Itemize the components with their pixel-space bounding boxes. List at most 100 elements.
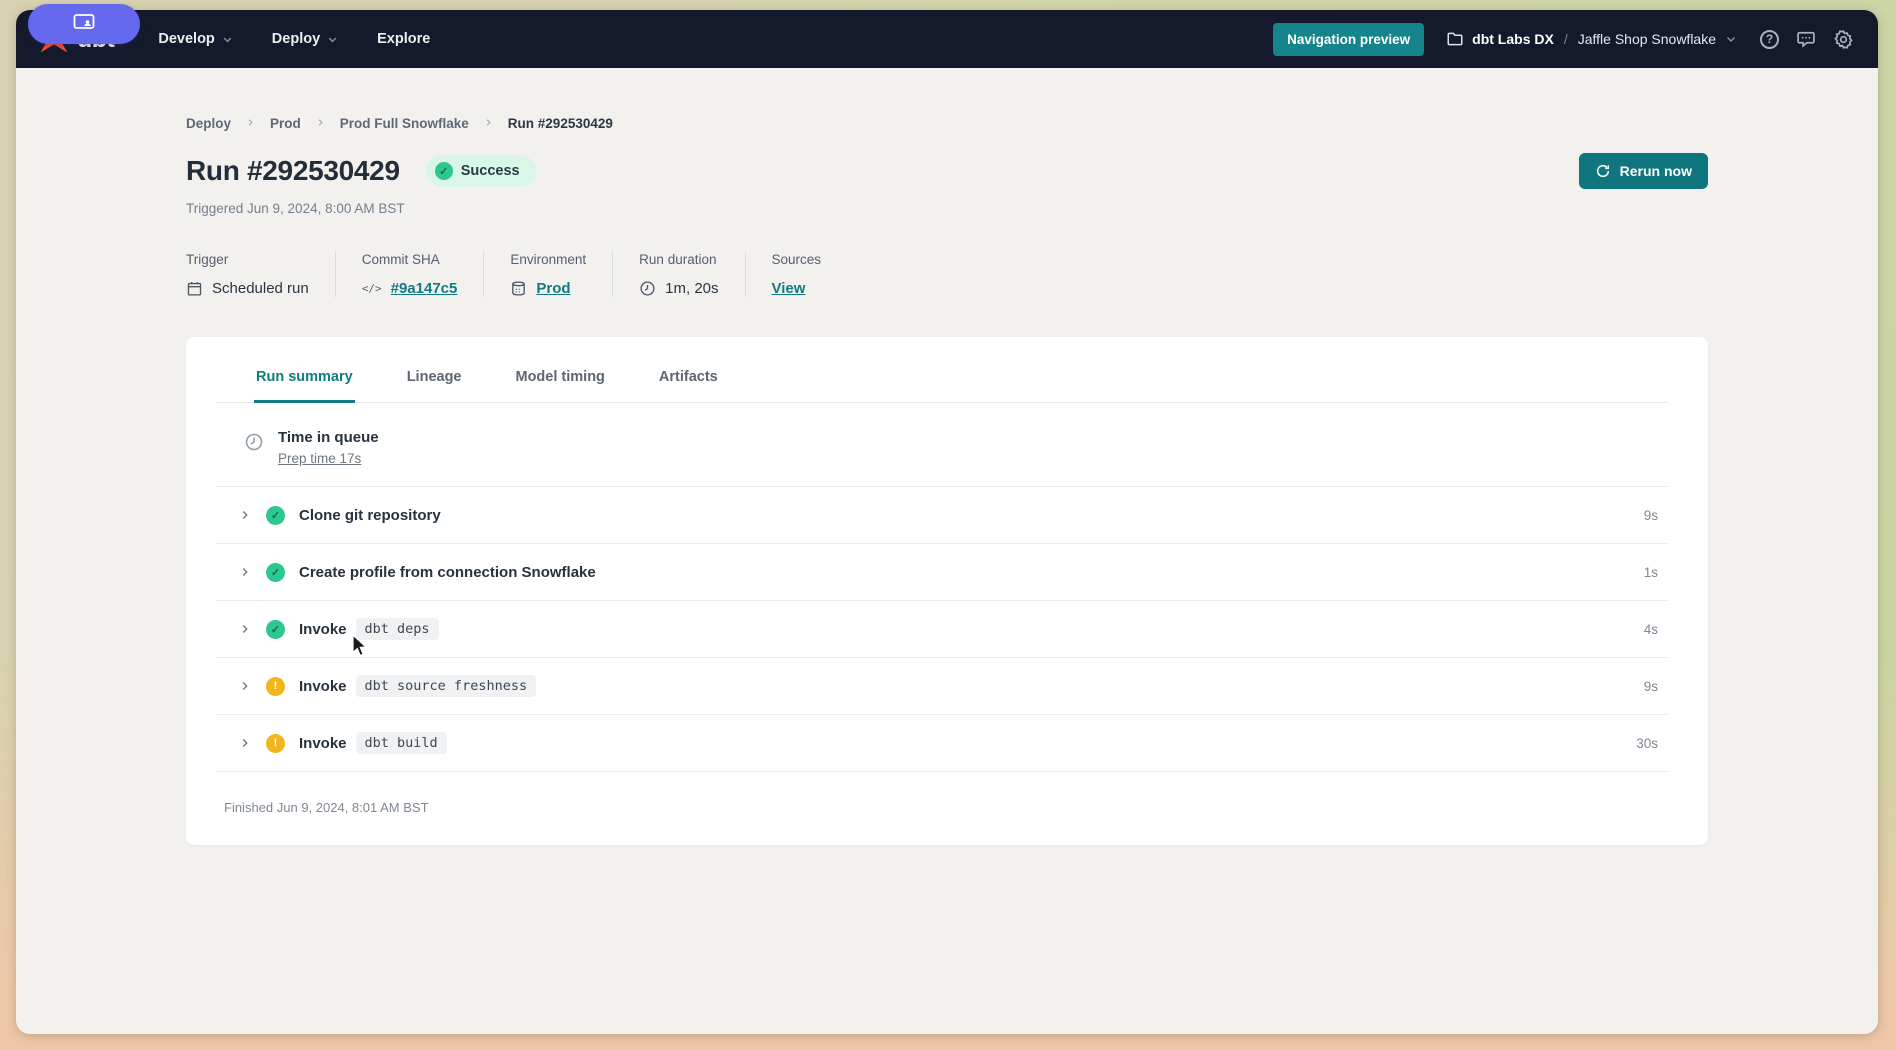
chevron-down-icon	[221, 33, 234, 46]
meta-trigger: Trigger Scheduled run	[186, 252, 335, 297]
success-check-icon: ✓	[266, 563, 285, 582]
step-row[interactable]: ✓ Invoke dbt deps 4s	[216, 601, 1668, 658]
step-row[interactable]: ! Invoke dbt build 30s	[216, 715, 1668, 772]
step-label: Clone git repository	[299, 507, 441, 524]
meta-label: Commit SHA	[362, 252, 458, 267]
navigation-preview-button[interactable]: Navigation preview	[1273, 23, 1424, 56]
meta-value-link[interactable]: Prod	[536, 280, 570, 297]
step-label: Invoke	[299, 678, 347, 695]
nav-menu-label: Deploy	[272, 31, 320, 47]
step-row[interactable]: ! Invoke dbt source freshness 9s	[216, 658, 1668, 715]
step-duration: 30s	[1636, 736, 1668, 751]
step-duration: 9s	[1644, 679, 1668, 694]
clock-icon	[244, 432, 264, 452]
tab-model-timing[interactable]: Model timing	[514, 369, 607, 403]
breadcrumb-item[interactable]: Deploy	[186, 116, 231, 131]
tab-lineage[interactable]: Lineage	[405, 369, 464, 403]
account-separator: /	[1564, 31, 1568, 47]
success-check-icon: ✓	[266, 620, 285, 639]
status-label: Success	[461, 163, 520, 179]
folder-icon	[1446, 30, 1464, 48]
prep-time-link[interactable]: Prep time 17s	[278, 451, 361, 466]
step-row[interactable]: ✓ Create profile from connection Snowflak…	[216, 544, 1668, 601]
meta-label: Trigger	[186, 252, 309, 267]
project-name: Jaffle Shop Snowflake	[1578, 31, 1716, 47]
triggered-timestamp: Triggered Jun 9, 2024, 8:00 AM BST	[186, 201, 1708, 216]
run-meta-row: Trigger Scheduled run Commit SHA </> #9a147c…	[186, 252, 1708, 297]
clock-icon	[639, 280, 656, 297]
rerun-label: Rerun now	[1620, 163, 1692, 179]
step-duration: 1s	[1644, 565, 1668, 580]
breadcrumb-separator-icon	[245, 117, 256, 131]
chevron-down-icon	[326, 33, 339, 46]
finished-timestamp: Finished Jun 9, 2024, 8:01 AM BST	[216, 772, 1668, 815]
rerun-now-button[interactable]: Rerun now	[1579, 153, 1708, 189]
step-command: dbt deps	[356, 618, 439, 640]
time-in-queue-row: Time in queue Prep time 17s	[216, 403, 1668, 487]
meta-commit-sha: Commit SHA </> #9a147c5	[335, 252, 484, 297]
step-label: Invoke	[299, 621, 347, 638]
meta-environment: Environment Prod	[483, 252, 612, 297]
chevron-right-icon[interactable]	[238, 679, 252, 693]
help-icon[interactable]: ?	[1760, 30, 1779, 49]
step-command: dbt build	[356, 732, 447, 754]
breadcrumb-item[interactable]: Prod	[270, 116, 301, 131]
account-name: dbt Labs DX	[1472, 31, 1554, 47]
screen-share-icon	[72, 10, 96, 39]
nav-menu-deploy[interactable]: Deploy	[272, 31, 339, 47]
screen-share-indicator	[28, 4, 140, 44]
nav-menu-explore[interactable]: Explore	[377, 31, 430, 47]
page-title: Run #292530429	[186, 155, 400, 187]
breadcrumb: Deploy Prod Prod Full Snowflake Run #292530…	[186, 116, 1708, 131]
nav-menu-label: Explore	[377, 31, 430, 47]
success-check-icon: ✓	[266, 506, 285, 525]
meta-value-link[interactable]: View	[772, 280, 806, 297]
breadcrumb-item: Run #292530429	[508, 116, 613, 131]
step-duration: 4s	[1644, 622, 1668, 637]
feedback-icon[interactable]	[1796, 29, 1816, 49]
step-label: Create profile from connection Snowflake	[299, 564, 596, 581]
chevron-right-icon[interactable]	[238, 736, 252, 750]
meta-label: Environment	[510, 252, 586, 267]
chevron-right-icon[interactable]	[238, 622, 252, 636]
project-selector[interactable]: dbt Labs DX / Jaffle Shop Snowflake	[1446, 30, 1738, 48]
nav-menu-label: Develop	[158, 31, 214, 47]
calendar-icon	[186, 280, 203, 297]
steps-list: ✓ Clone git repository 9s ✓ Create profile f…	[216, 487, 1668, 772]
status-badge: ✓ Success	[426, 155, 536, 187]
tab-run-summary[interactable]: Run summary	[254, 369, 355, 403]
chevron-down-icon	[1724, 32, 1738, 46]
database-icon	[510, 280, 527, 297]
step-label: Invoke	[299, 735, 347, 752]
success-check-icon: ✓	[435, 162, 453, 180]
queue-title: Time in queue	[278, 429, 379, 446]
meta-run-duration: Run duration 1m, 20s	[612, 252, 744, 297]
step-command: dbt source freshness	[356, 675, 537, 697]
step-row[interactable]: ✓ Clone git repository 9s	[216, 487, 1668, 544]
meta-value: Scheduled run	[212, 280, 309, 297]
step-duration: 9s	[1644, 508, 1668, 523]
nav-menus: Develop Deploy Explore	[158, 31, 430, 47]
code-icon: </>	[362, 282, 382, 295]
breadcrumb-item[interactable]: Prod Full Snowflake	[340, 116, 469, 131]
tab-artifacts[interactable]: Artifacts	[657, 369, 720, 403]
warning-icon: !	[266, 677, 285, 696]
meta-value: 1m, 20s	[665, 280, 718, 297]
run-detail-card: Run summaryLineageModel timingArtifacts …	[186, 337, 1708, 845]
breadcrumb-separator-icon	[483, 117, 494, 131]
settings-gear-icon[interactable]	[1833, 29, 1854, 50]
nav-menu-develop[interactable]: Develop	[158, 31, 233, 47]
breadcrumb-separator-icon	[315, 117, 326, 131]
meta-label: Sources	[772, 252, 822, 267]
meta-label: Run duration	[639, 252, 718, 267]
chevron-right-icon[interactable]	[238, 565, 252, 579]
meta-value-link[interactable]: #9a147c5	[391, 280, 458, 297]
warning-icon: !	[266, 734, 285, 753]
chevron-right-icon[interactable]	[238, 508, 252, 522]
refresh-icon	[1595, 163, 1611, 179]
app-window: dbt DevelopDeployExplore Navigation prev…	[16, 10, 1878, 1034]
tab-bar: Run summary Lineage Model timing Artifacts	[216, 337, 1668, 403]
main-content: Deploy Prod Prod Full Snowflake Run #292530…	[16, 68, 1878, 1034]
top-navbar: dbt DevelopDeployExplore Navigation prev…	[16, 10, 1878, 68]
meta-sources: Sources View	[745, 252, 848, 297]
